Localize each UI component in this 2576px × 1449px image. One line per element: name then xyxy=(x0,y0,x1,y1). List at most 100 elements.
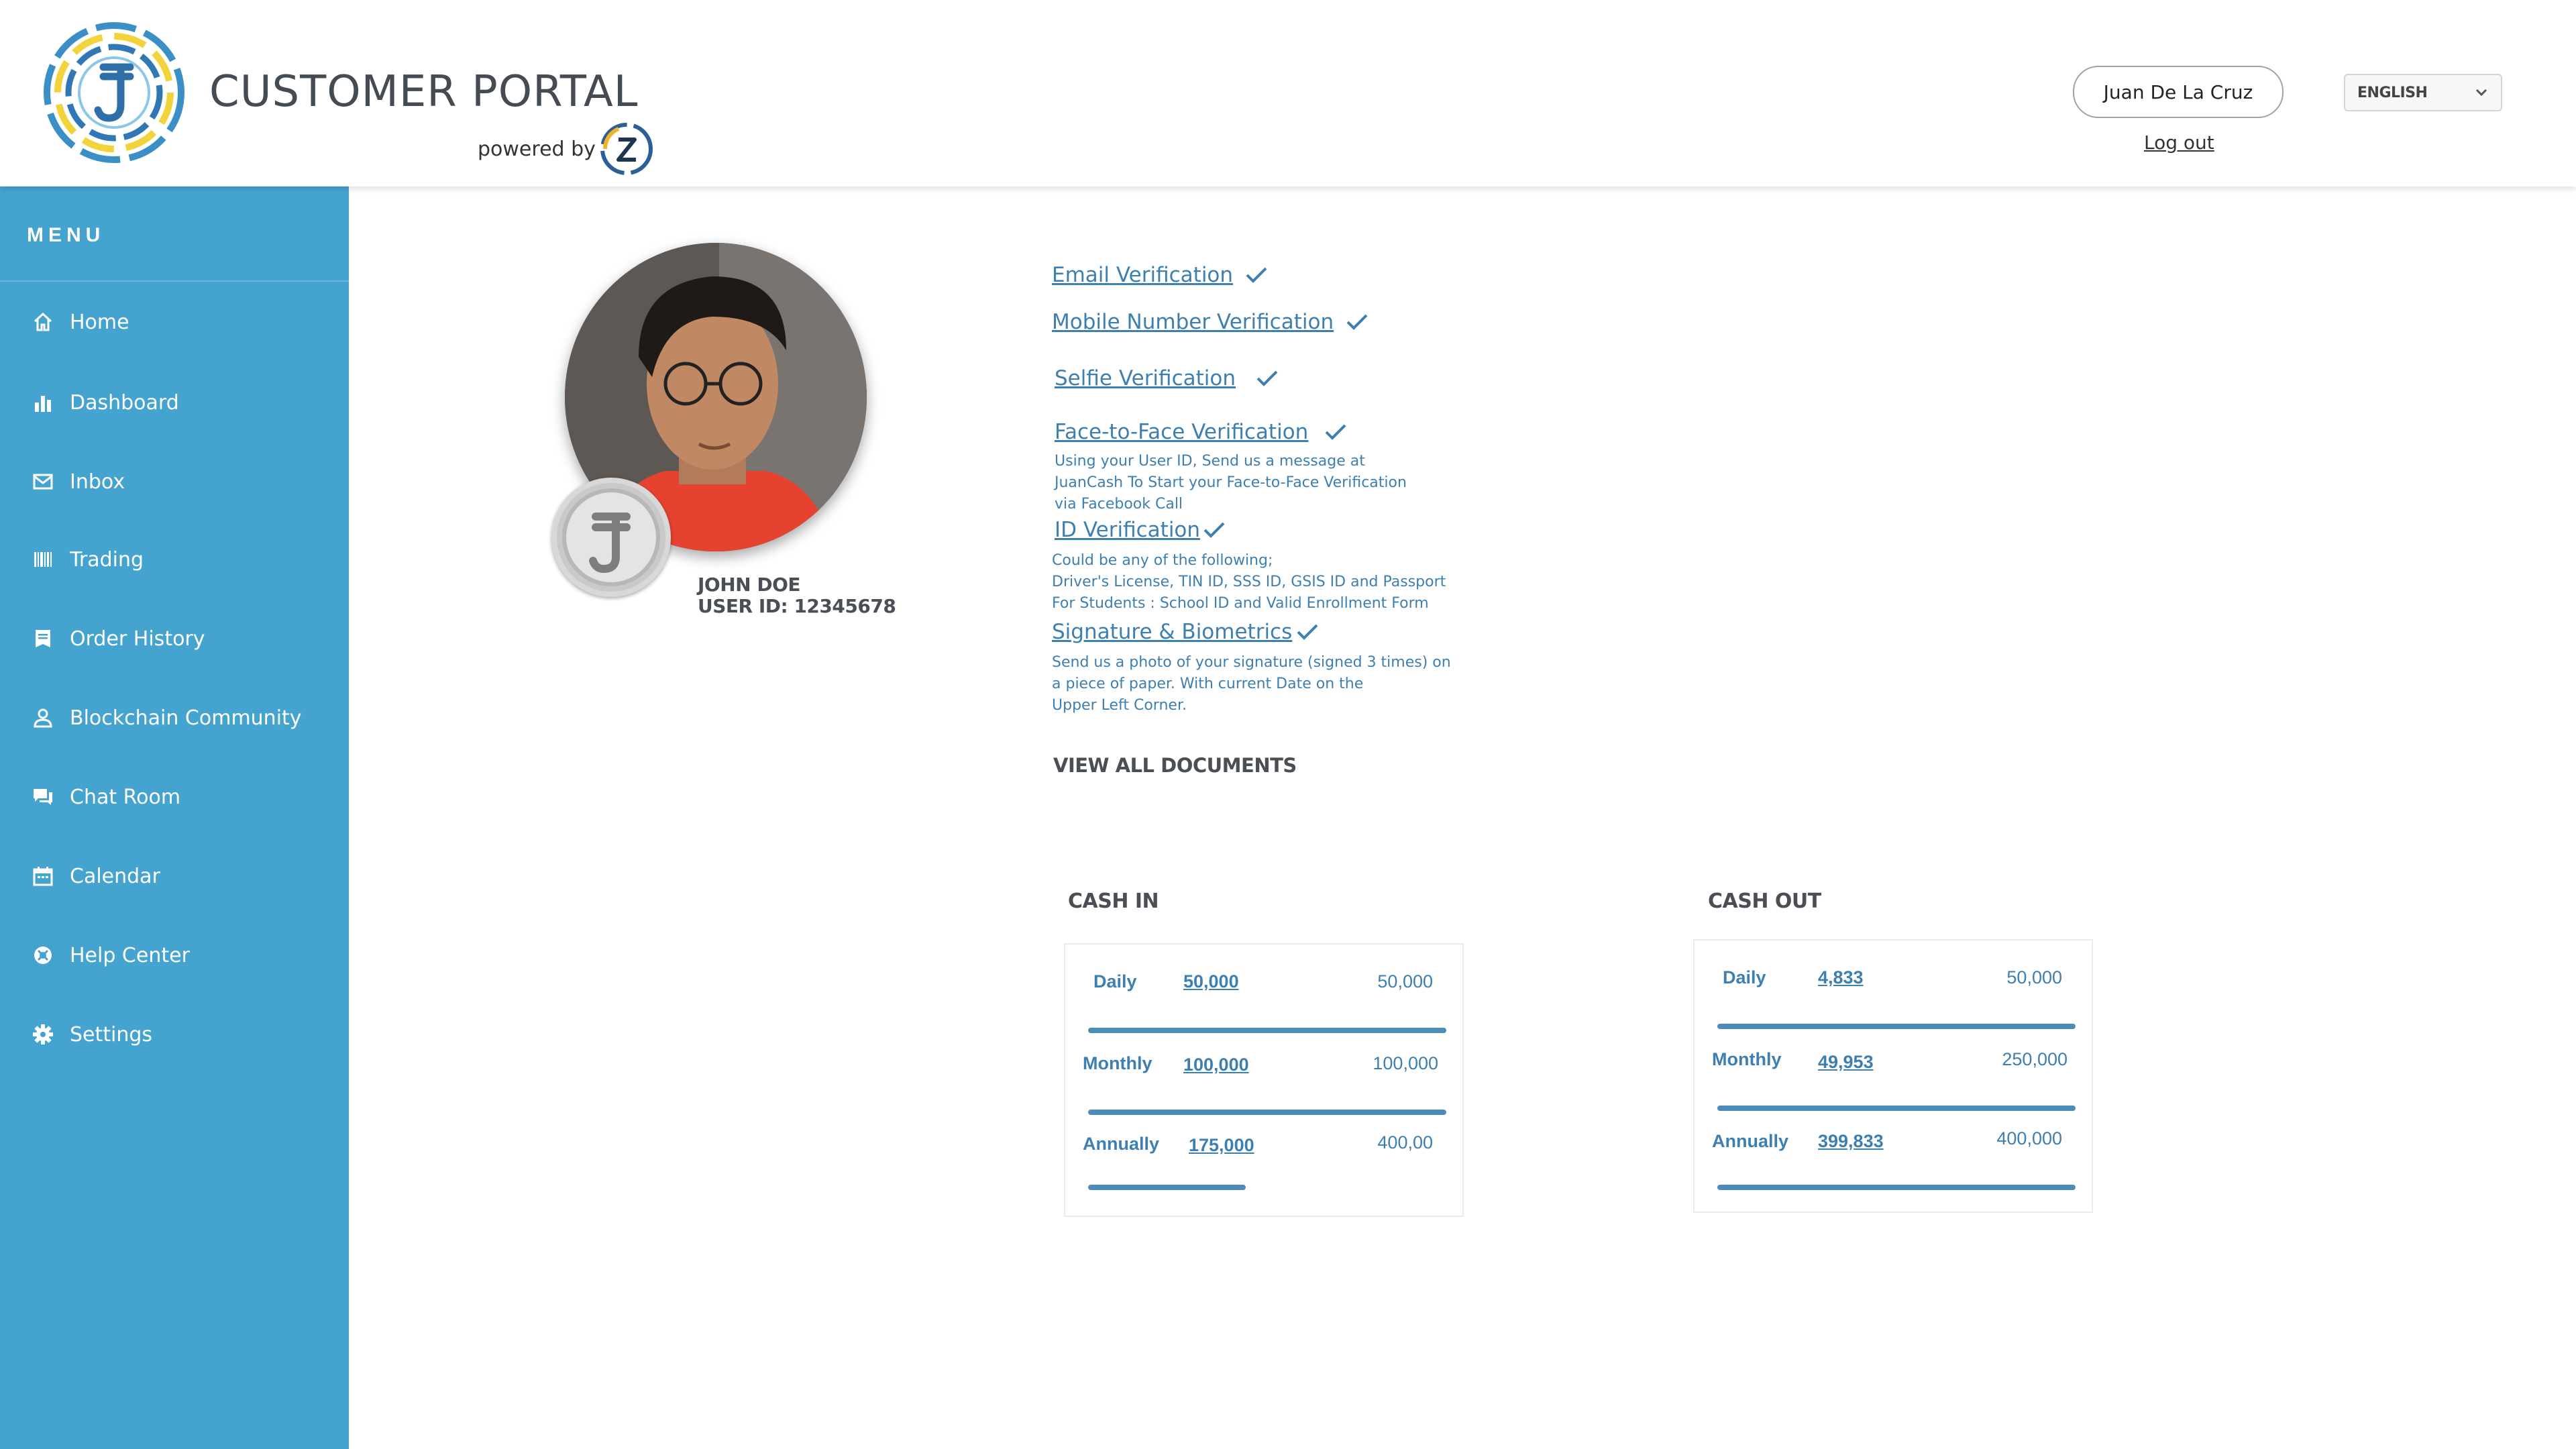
bar-chart-icon xyxy=(31,390,55,415)
mobile-verification-label: Mobile Number Verification xyxy=(1052,310,1334,334)
note-line: via Facebook Call xyxy=(1055,496,1183,513)
cash-in-annually-used[interactable]: 175,000 xyxy=(1189,1135,1254,1156)
cash-out-daily-progress-bar xyxy=(1717,1024,2076,1029)
menu-title: MENU xyxy=(27,224,105,246)
cash-in-title: CASH IN xyxy=(1068,890,1159,913)
note-line: a piece of paper. With current Date on t… xyxy=(1052,676,1364,692)
cash-in-daily-limit: 50,000 xyxy=(1377,971,1433,991)
cash-out-monthly-limit: 250,000 xyxy=(2002,1049,2068,1069)
juancash-coin-badge-icon xyxy=(551,478,671,597)
gear-icon xyxy=(31,1022,55,1046)
cash-in-monthly-limit: 100,000 xyxy=(1373,1053,1438,1073)
id-verification-label: ID Verification xyxy=(1055,518,1201,542)
id-verification-link[interactable]: ID Verification xyxy=(1055,518,1226,542)
signature-biometrics-label: Signature & Biometrics xyxy=(1052,620,1293,644)
profile-name-block: JOHN DOE USER ID: 12345678 xyxy=(698,574,896,617)
selfie-verification-label: Selfie Verification xyxy=(1055,366,1236,390)
face-to-face-verification-label: Face-to-Face Verification xyxy=(1055,420,1309,444)
cash-in-monthly-label: Monthly xyxy=(1083,1053,1152,1073)
profile-user-id: USER ID: 12345678 xyxy=(698,595,896,617)
calendar-icon xyxy=(31,864,55,888)
receipt-icon xyxy=(31,627,55,651)
lifebuoy-icon xyxy=(31,943,55,967)
powered-by-label: powered by : xyxy=(478,138,609,161)
note-line: For Students : School ID and Valid Enrol… xyxy=(1052,595,1429,612)
chat-icon xyxy=(31,785,55,809)
cash-out-monthly-used[interactable]: 49,953 xyxy=(1818,1052,1874,1073)
checkmark-icon xyxy=(1346,314,1368,330)
id-verification-note: Could be any of the following; Driver's … xyxy=(1052,550,1446,614)
sidebar-item-label: Trading xyxy=(70,547,144,572)
cash-in-annually-label: Annually xyxy=(1083,1134,1160,1154)
sidebar-item-inbox[interactable]: Inbox xyxy=(31,463,125,500)
sidebar-item-order-history[interactable]: Order History xyxy=(31,620,205,657)
face-to-face-note: Using your User ID, Send us a message at… xyxy=(1055,451,1407,515)
view-all-documents-link[interactable]: VIEW ALL DOCUMENTS xyxy=(1053,754,1297,777)
checkmark-icon xyxy=(1297,624,1318,640)
cash-in-annually-limit: 400,00 xyxy=(1377,1132,1433,1152)
sidebar-item-chat-room[interactable]: Chat Room xyxy=(31,778,180,816)
sidebar-item-settings[interactable]: Settings xyxy=(31,1016,152,1053)
cash-out-annually-label: Annually xyxy=(1712,1131,1789,1151)
chevron-down-icon xyxy=(2475,89,2487,97)
face-to-face-verification-link[interactable]: Face-to-Face Verification xyxy=(1055,420,1347,444)
sidebar-item-calendar[interactable]: Calendar xyxy=(31,857,160,895)
portal-title: CUSTOMER PORTAL xyxy=(209,67,639,117)
cash-in-daily-used[interactable]: 50,000 xyxy=(1183,971,1239,992)
cash-out-monthly-progress-bar xyxy=(1717,1106,2076,1111)
cash-in-daily-label: Daily xyxy=(1093,971,1137,991)
barcode-icon xyxy=(31,547,55,572)
person-icon xyxy=(31,706,55,730)
signature-biometrics-link[interactable]: Signature & Biometrics xyxy=(1052,620,1319,644)
cash-in-monthly-used[interactable]: 100,000 xyxy=(1183,1055,1249,1075)
sidebar-item-home[interactable]: Home xyxy=(31,303,129,341)
checkmark-icon xyxy=(1325,424,1346,440)
cash-out-daily-label: Daily xyxy=(1723,967,1766,987)
note-line: JuanCash To Start your Face-to-Face Veri… xyxy=(1055,474,1407,491)
sidebar-item-label: Home xyxy=(70,310,129,334)
cash-out-annually-progress-bar xyxy=(1717,1185,2076,1190)
juancash-logo-icon xyxy=(44,22,184,163)
mail-icon xyxy=(31,470,55,494)
cash-out-daily-used[interactable]: 4,833 xyxy=(1818,967,1864,988)
cash-in-daily-progress-bar xyxy=(1088,1028,1446,1033)
language-value: ENGLISH xyxy=(2357,84,2428,101)
checkmark-icon xyxy=(1256,370,1278,386)
selfie-verification-link[interactable]: Selfie Verification xyxy=(1055,366,1279,390)
sidebar-item-help-center[interactable]: Help Center xyxy=(31,936,190,974)
menu-divider xyxy=(0,280,349,282)
cash-out-monthly-label: Monthly xyxy=(1712,1049,1782,1069)
sidebar-item-blockchain-community[interactable]: Blockchain Community xyxy=(31,699,302,737)
cash-out-title: CASH OUT xyxy=(1708,890,1821,913)
cash-out-panel: Daily 4,833 50,000 Monthly 49,953 250,00… xyxy=(1693,939,2093,1213)
cash-in-annually-progress-bar xyxy=(1088,1185,1246,1190)
email-verification-label: Email Verification xyxy=(1052,263,1234,287)
user-account-button[interactable]: Juan De La Cruz xyxy=(2073,66,2284,118)
note-line: Send us a photo of your signature (signe… xyxy=(1052,654,1451,671)
sidebar-item-label: Order History xyxy=(70,627,205,651)
mobile-verification-link[interactable]: Mobile Number Verification xyxy=(1052,310,1368,334)
signature-note: Send us a photo of your signature (signe… xyxy=(1052,652,1451,716)
top-header: CUSTOMER PORTAL powered by : Juan De La … xyxy=(0,0,2576,186)
sidebar-item-label: Chat Room xyxy=(70,785,181,809)
cash-in-panel: Daily 50,000 50,000 Monthly 100,000 100,… xyxy=(1064,943,1464,1217)
language-select[interactable]: ENGLISH xyxy=(2344,74,2502,111)
sidebar-item-label: Settings xyxy=(70,1022,153,1046)
cash-out-daily-limit: 50,000 xyxy=(2006,967,2062,987)
cash-in-monthly-progress-bar xyxy=(1088,1110,1446,1115)
checkmark-icon xyxy=(1203,522,1225,538)
sidebar-item-trading[interactable]: Trading xyxy=(31,541,144,578)
sidebar-item-label: Help Center xyxy=(70,943,190,967)
sidebar-item-label: Inbox xyxy=(70,470,125,494)
home-icon xyxy=(31,310,55,334)
sidebar-item-label: Dashboard xyxy=(70,390,179,415)
email-verification-link[interactable]: Email Verification xyxy=(1052,263,1268,287)
sidebar-item-dashboard[interactable]: Dashboard xyxy=(31,384,179,421)
cash-out-annually-used[interactable]: 399,833 xyxy=(1818,1131,1884,1152)
sidebar-item-label: Calendar xyxy=(70,864,160,888)
sidebar-menu: MENU Home Dashboard Inbox Trading Order … xyxy=(0,186,349,1449)
logout-link[interactable]: Log out xyxy=(2144,131,2214,154)
note-line: Could be any of the following; xyxy=(1052,552,1273,569)
z-brand-logo-icon xyxy=(600,123,653,175)
profile-name: JOHN DOE xyxy=(698,574,801,596)
